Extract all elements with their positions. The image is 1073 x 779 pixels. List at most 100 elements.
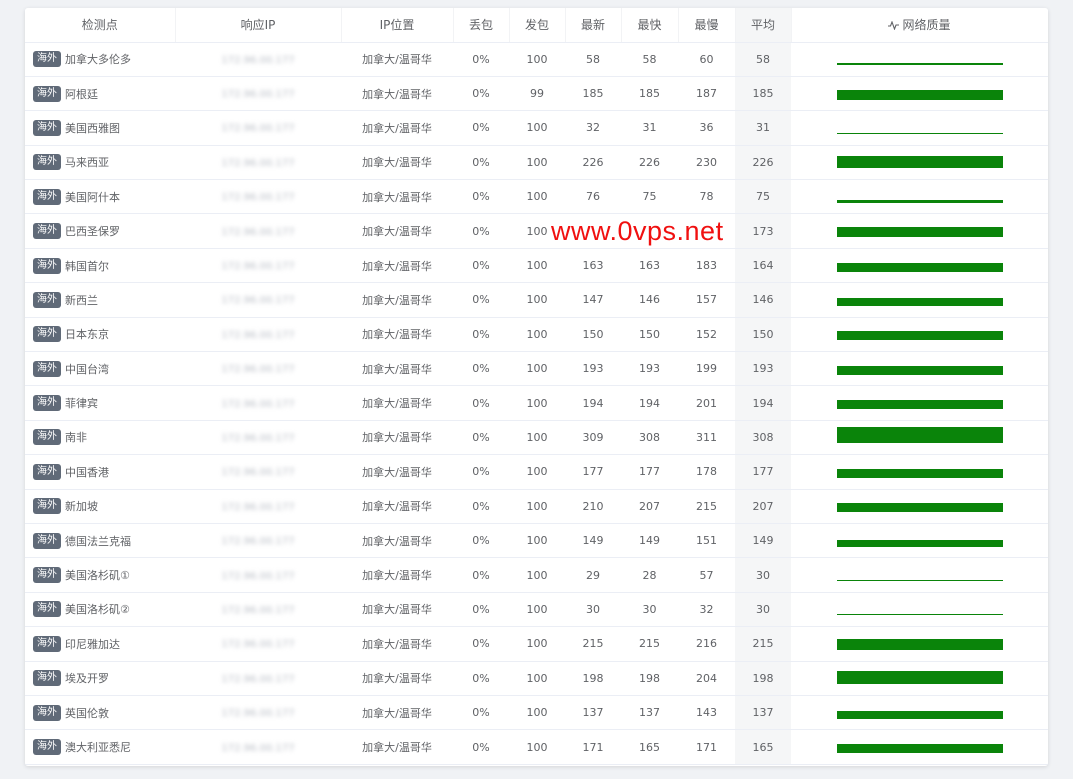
header-quality[interactable]: 网络质量 (791, 8, 1048, 43)
quality-chart[interactable] (837, 288, 1003, 312)
quality-cell[interactable] (791, 557, 1048, 593)
quality-chart[interactable] (837, 701, 1003, 725)
quality-chart[interactable] (837, 632, 1003, 656)
header-fastest[interactable]: 最快 (621, 8, 679, 43)
response-ip: 172.96.00.177 (221, 89, 295, 101)
latest-cell: 163 (565, 248, 621, 284)
latest-cell: 198 (565, 661, 621, 696)
sent-cell: 99 (509, 76, 565, 112)
response-ip: 172.96.00.177 (221, 54, 295, 66)
latest-cell: 29 (565, 557, 621, 593)
ip-cell: 172.96.00.177 (175, 695, 341, 731)
quality-cell[interactable] (791, 592, 1048, 628)
sent-cell: 100 (509, 695, 565, 731)
header-location[interactable]: IP位置 (341, 8, 454, 43)
node-cell: 海外 美国洛杉矶① (25, 557, 175, 593)
header-latest[interactable]: 最新 (565, 8, 622, 43)
latest-cell: 226 (565, 145, 621, 181)
sent-cell: 100 (509, 145, 565, 181)
quality-cell[interactable] (791, 317, 1048, 353)
table-row: 海外 埃及开罗 172.96.00.177 加拿大/温哥华 0% 100 198 198 204… (25, 661, 1048, 696)
quality-cell[interactable] (791, 145, 1048, 181)
quality-chart[interactable] (837, 357, 1003, 381)
quality-chart[interactable] (837, 150, 1003, 174)
quality-chart[interactable] (837, 116, 1003, 140)
quality-cell[interactable] (791, 661, 1048, 696)
header-slowest[interactable]: 最慢 (678, 8, 736, 43)
quality-cell[interactable] (791, 489, 1048, 524)
avg-cell: 58 (735, 42, 791, 77)
avg-cell: 137 (735, 695, 791, 731)
quality-chart[interactable] (837, 735, 1003, 759)
region-tag: 海外 (33, 223, 61, 240)
quality-cell[interactable] (791, 76, 1048, 112)
slowest-cell: 32 (678, 592, 735, 628)
node-cell: 海外 菲律宾 (25, 385, 175, 421)
sent-cell: 100 (509, 110, 565, 146)
quality-chart[interactable] (837, 494, 1003, 518)
node-cell: 海外 美国洛杉矶② (25, 592, 175, 628)
node-name: 马来西亚 (65, 156, 109, 170)
quality-chart[interactable] (837, 82, 1003, 106)
header-node[interactable]: 检测点 (25, 8, 176, 43)
quality-cell[interactable] (791, 42, 1048, 77)
location-cell: 加拿大/温哥华 (341, 454, 453, 490)
quality-chart[interactable] (837, 460, 1003, 484)
quality-cell[interactable] (791, 385, 1048, 421)
quality-bar (837, 671, 1003, 685)
quality-cell[interactable] (791, 420, 1048, 456)
slowest-cell: 171 (678, 729, 735, 765)
fastest-cell: 58 (621, 42, 678, 77)
quality-cell[interactable] (791, 248, 1048, 284)
node-cell: 海外 南非 (25, 420, 175, 456)
response-ip: 172.96.00.177 (221, 364, 295, 376)
region-tag: 海外 (33, 429, 61, 446)
fastest-cell: 137 (621, 695, 678, 731)
header-loss[interactable]: 丢包 (453, 8, 510, 43)
quality-chart[interactable] (837, 391, 1003, 415)
quality-cell[interactable] (791, 454, 1048, 490)
location-cell: 加拿大/温哥华 (341, 523, 453, 559)
quality-cell[interactable] (791, 351, 1048, 387)
slowest-cell: 178 (678, 454, 735, 490)
sent-cell: 100 (509, 454, 565, 490)
fastest-cell: 28 (621, 557, 678, 593)
quality-bar (837, 744, 1003, 753)
quality-chart[interactable] (837, 219, 1003, 243)
latest-cell: 177 (565, 454, 621, 490)
region-tag: 海外 (33, 85, 61, 102)
quality-cell[interactable] (791, 729, 1048, 765)
quality-cell[interactable] (791, 626, 1048, 662)
quality-chart[interactable] (837, 529, 1003, 553)
quality-chart[interactable] (837, 666, 1003, 690)
sent-cell: 100 (509, 420, 565, 456)
quality-cell[interactable] (791, 179, 1048, 215)
ip-cell: 172.96.00.177 (175, 145, 341, 181)
quality-chart[interactable] (837, 185, 1003, 209)
fastest-cell: 150 (621, 317, 678, 353)
header-sent[interactable]: 发包 (509, 8, 566, 43)
quality-cell[interactable] (791, 695, 1048, 731)
loss-cell: 0% (453, 695, 509, 731)
quality-chart[interactable] (837, 322, 1003, 346)
quality-cell[interactable] (791, 282, 1048, 318)
quality-cell[interactable] (791, 110, 1048, 146)
header-avg[interactable]: 平均 (735, 8, 792, 43)
sent-cell: 100 (509, 248, 565, 284)
quality-chart[interactable] (837, 597, 1003, 621)
quality-cell[interactable] (791, 523, 1048, 559)
quality-chart[interactable] (837, 563, 1003, 587)
quality-chart[interactable] (837, 254, 1003, 278)
sent-cell: 100 (509, 557, 565, 593)
node-name: 美国阿什本 (65, 190, 120, 204)
table-row: 海外 澳大利亚悉尼 172.96.00.177 加拿大/温哥华 0% 100 171 165 1… (25, 729, 1048, 765)
quality-bar (837, 297, 1003, 306)
header-ip[interactable]: 响应IP (175, 8, 342, 43)
quality-chart[interactable] (837, 425, 1003, 449)
loss-cell: 0% (453, 42, 509, 77)
quality-chart[interactable] (837, 47, 1003, 71)
quality-bar (837, 227, 1003, 238)
quality-bar (837, 580, 1003, 582)
node-name: 印尼雅加达 (65, 637, 120, 651)
quality-cell[interactable] (791, 213, 1048, 249)
